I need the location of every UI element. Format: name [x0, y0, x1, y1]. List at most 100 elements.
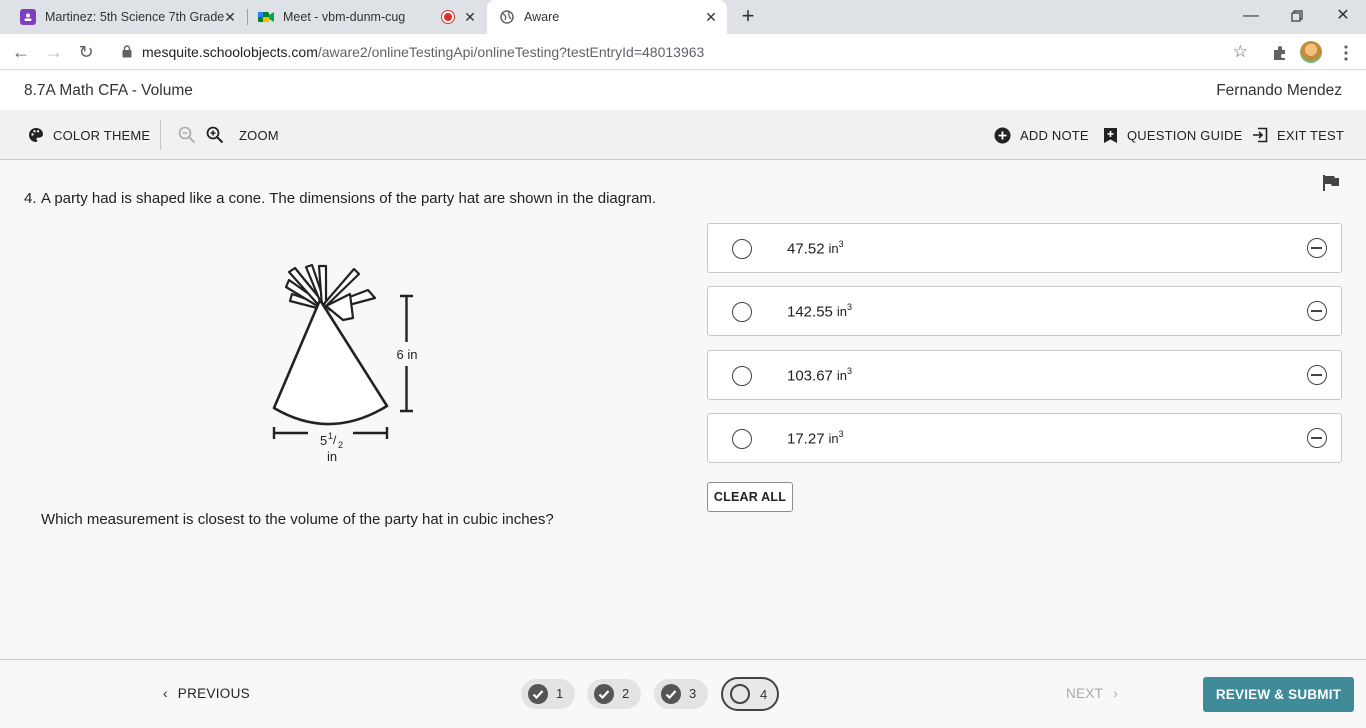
- radio-button[interactable]: [732, 429, 752, 449]
- question-prompt: A party had is shaped like a cone. The d…: [41, 190, 657, 207]
- globe-icon: [499, 9, 515, 25]
- close-tab-icon[interactable]: ✕: [462, 9, 478, 25]
- question-ask: Which measurement is closest to the volu…: [41, 511, 554, 528]
- zoom-label: ZOOM: [239, 127, 279, 143]
- page-pill-2[interactable]: 2: [587, 679, 641, 709]
- close-tab-icon[interactable]: ✕: [222, 9, 238, 25]
- option-text: 17.27 in3: [787, 429, 844, 448]
- option-value: 47.52: [787, 240, 825, 258]
- option-value: 17.27: [787, 430, 825, 448]
- user-name: Fernando Mendez: [1216, 82, 1342, 99]
- profile-avatar[interactable]: [1300, 41, 1322, 63]
- color-theme-label: COLOR THEME: [53, 127, 151, 143]
- strikethrough-icon[interactable]: [1307, 428, 1327, 448]
- answer-option-d[interactable]: 17.27 in3: [707, 413, 1342, 463]
- next-button[interactable]: NEXT ›: [1066, 686, 1118, 701]
- minimize-icon[interactable]: —: [1238, 4, 1264, 28]
- address-bar: ← → ↻ mesquite.schoolobjects.com/aware2/…: [0, 34, 1366, 70]
- question-text: 4. A party had is shaped like a cone. Th…: [24, 187, 664, 211]
- add-circle-icon: [994, 127, 1011, 143]
- exit-test-label: EXIT TEST: [1277, 127, 1345, 143]
- footer-nav: ‹ PREVIOUS 1 2 3 4 NEXT › REVIEW & SUBMIT: [0, 659, 1366, 728]
- url-path: /aware2/onlineTestingApi/onlineTesting?t…: [317, 44, 705, 60]
- close-window-icon[interactable]: ✕: [1330, 4, 1356, 28]
- height-label: 6 in: [397, 347, 418, 362]
- check-circle-icon: [528, 684, 548, 704]
- zoom-out-button[interactable]: [178, 110, 205, 160]
- bookmark-star-icon[interactable]: ☆: [1233, 38, 1248, 66]
- page-number: 1: [556, 686, 564, 701]
- radio-button[interactable]: [732, 302, 752, 322]
- zoom-in-button[interactable]: [206, 110, 233, 160]
- answer-option-a[interactable]: 47.52 in3: [707, 223, 1342, 273]
- previous-label: PREVIOUS: [177, 686, 250, 701]
- exit-test-button[interactable]: EXIT TEST: [1252, 110, 1344, 160]
- cone-shape: [272, 298, 389, 426]
- review-submit-button[interactable]: REVIEW & SUBMIT: [1203, 677, 1354, 712]
- restore-icon[interactable]: [1284, 4, 1310, 28]
- answer-option-b[interactable]: 142.55 in3: [707, 286, 1342, 336]
- lock-icon: [122, 45, 132, 58]
- strikethrough-icon[interactable]: [1307, 365, 1327, 385]
- back-icon[interactable]: ←: [9, 40, 33, 64]
- tab-title: Martinez: 5th Science 7th Grade: [45, 10, 225, 24]
- palette-icon: [29, 128, 44, 142]
- zoom-out-icon: [178, 126, 196, 144]
- url-host: mesquite.schoolobjects.com: [142, 44, 318, 60]
- option-value: 142.55: [787, 303, 833, 321]
- option-unit: in3: [828, 429, 844, 447]
- page-pill-3[interactable]: 3: [654, 679, 708, 709]
- tab-classroom[interactable]: Martinez: 5th Science 7th Grade ✕: [10, 0, 246, 34]
- forward-icon[interactable]: →: [42, 40, 66, 64]
- base-whole-number: 5: [320, 433, 327, 448]
- new-tab-icon[interactable]: +: [737, 5, 759, 27]
- recording-icon: [442, 11, 454, 23]
- color-theme-button[interactable]: COLOR THEME: [28, 110, 150, 160]
- flag-question-icon[interactable]: [1322, 174, 1340, 192]
- browser-tab-bar: Martinez: 5th Science 7th Grade ✕ Meet -…: [0, 0, 1366, 34]
- guide-bookmark-icon: [1104, 127, 1117, 143]
- page-number: 2: [622, 686, 630, 701]
- chevron-right-icon: ›: [1113, 686, 1119, 701]
- exit-icon: [1253, 127, 1268, 143]
- strikethrough-icon[interactable]: [1307, 238, 1327, 258]
- tab-aware[interactable]: Aware ✕: [487, 0, 727, 34]
- option-value: 103.67: [787, 367, 833, 385]
- toolbar-divider: [160, 120, 161, 150]
- option-unit: in3: [836, 366, 853, 384]
- zoom-in-icon: [206, 126, 224, 144]
- url-text: mesquite.schoolobjects.com/aware2/online…: [142, 38, 704, 66]
- more-menu-icon[interactable]: [1336, 43, 1356, 63]
- strikethrough-icon[interactable]: [1307, 301, 1327, 321]
- page-pill-4-current[interactable]: 4: [721, 677, 779, 711]
- tab-meet[interactable]: Meet - vbm-dunm-cug ✕: [248, 0, 486, 34]
- option-text: 47.52 in3: [787, 239, 844, 258]
- svg-text:/: /: [333, 433, 337, 447]
- add-note-button[interactable]: ADD NOTE: [994, 110, 1089, 160]
- meet-icon: [258, 9, 274, 25]
- empty-circle-icon: [730, 684, 750, 704]
- reload-icon[interactable]: ↻: [74, 40, 98, 64]
- option-text: 142.55 in3: [787, 302, 853, 321]
- page-number: 4: [760, 687, 768, 702]
- extensions-icon[interactable]: [1270, 43, 1290, 63]
- previous-button[interactable]: ‹ PREVIOUS: [163, 686, 250, 701]
- radio-button[interactable]: [732, 366, 752, 386]
- radio-button[interactable]: [732, 239, 752, 259]
- page-pill-1[interactable]: 1: [521, 679, 575, 709]
- url-field[interactable]: mesquite.schoolobjects.com/aware2/online…: [110, 38, 1260, 66]
- party-hat-diagram: 6 in 5 1 / 2 in: [272, 263, 418, 464]
- close-tab-icon[interactable]: ✕: [703, 9, 719, 25]
- option-text: 103.67 in3: [787, 366, 853, 385]
- option-unit: in3: [836, 302, 853, 320]
- tab-title: Meet - vbm-dunm-cug: [283, 10, 406, 24]
- chevron-left-icon: ‹: [163, 686, 168, 701]
- answer-option-c[interactable]: 103.67 in3: [707, 350, 1342, 400]
- question-guide-label: QUESTION GUIDE: [1127, 127, 1243, 143]
- question-guide-button[interactable]: QUESTION GUIDE: [1103, 110, 1242, 160]
- clear-all-button[interactable]: CLEAR ALL: [707, 482, 793, 512]
- app-header: 8.7A Math CFA - Volume Fernando Mendez: [0, 71, 1366, 110]
- add-note-label: ADD NOTE: [1020, 127, 1089, 143]
- tab-title: Aware: [524, 10, 560, 24]
- question-number: 4.: [24, 190, 37, 207]
